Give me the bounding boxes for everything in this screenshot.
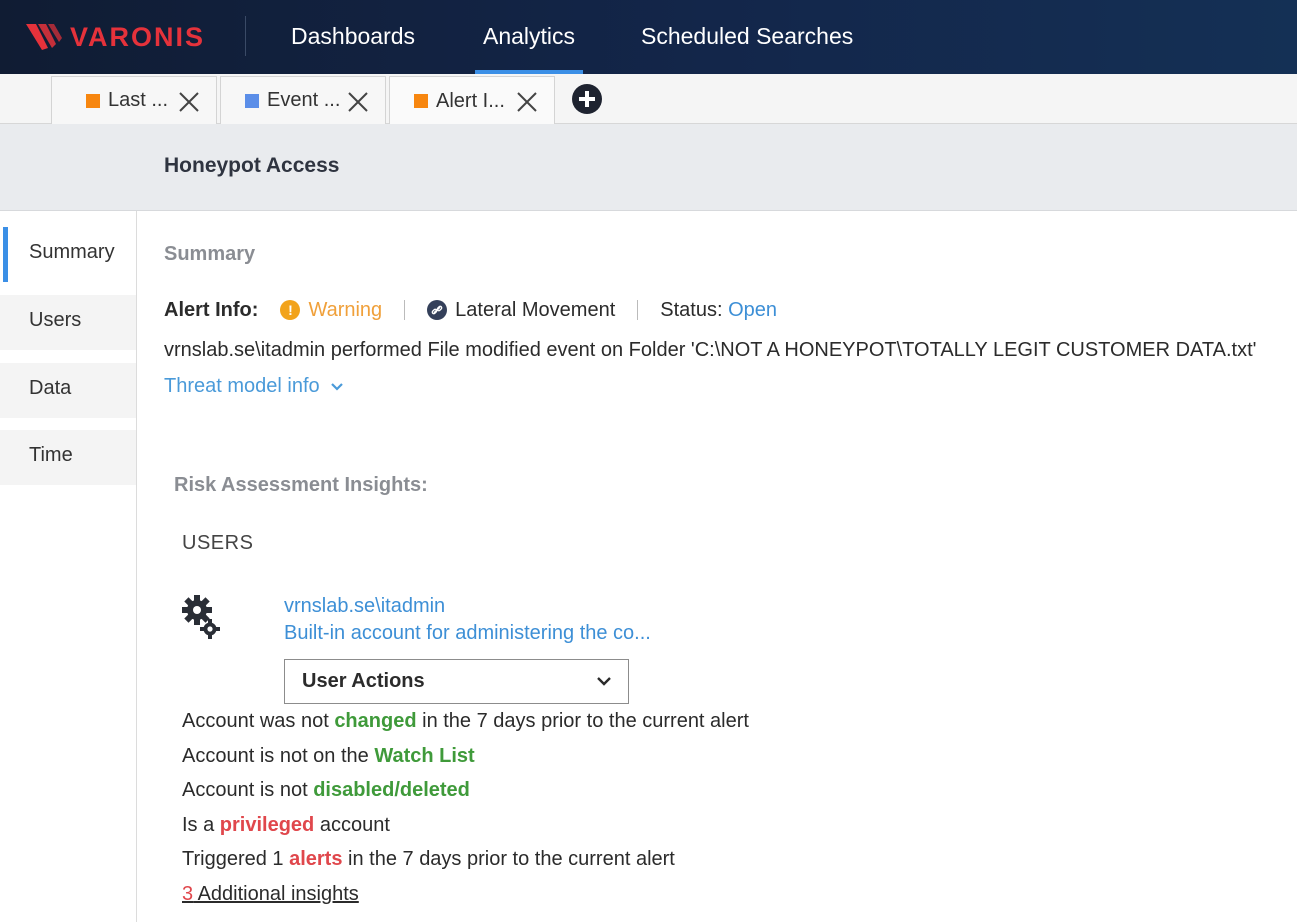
- nav-divider: [245, 16, 246, 56]
- dropdown-label: User Actions: [302, 670, 425, 692]
- chevron-down-icon: [330, 382, 343, 391]
- logo-text: VARONIS: [70, 21, 206, 52]
- varonis-mark-icon: [26, 24, 62, 50]
- tab-bar: Last ... Event ... Alert I...: [0, 74, 1297, 125]
- user-description-link[interactable]: Built-in account for administering the c…: [284, 622, 651, 645]
- close-icon[interactable]: [347, 91, 369, 113]
- tab-color-square: [414, 94, 428, 108]
- threat-model-info-toggle[interactable]: Threat model info: [164, 375, 344, 398]
- additional-label: Additional insights: [193, 883, 359, 905]
- tab-label: Alert I...: [436, 89, 505, 112]
- warning-icon: !: [280, 300, 301, 320]
- threat-model-link[interactable]: Threat model info: [164, 375, 320, 398]
- user-name-link[interactable]: vrnslab.se\itadmin: [284, 595, 445, 618]
- tab-alert-info[interactable]: Alert I...: [389, 76, 555, 125]
- alert-description: vrnslab.se\itadmin performed File modifi…: [164, 339, 1257, 361]
- category-value: Lateral Movement: [455, 298, 616, 321]
- separator: [637, 300, 639, 320]
- link-icon: [427, 300, 448, 320]
- separator: [404, 300, 406, 320]
- top-navigation-bar: VARONIS Dashboards Analytics Scheduled S…: [0, 0, 1297, 74]
- summary-panel: Summary Alert Info: ! Warning Lateral Mo…: [137, 211, 1297, 922]
- additional-insights-link[interactable]: 3 Additional insights: [182, 883, 359, 906]
- section-sidebar: Summary Users Data Time: [0, 211, 137, 922]
- status-value: Open: [728, 298, 778, 321]
- tab-color-square: [86, 93, 100, 108]
- section-title: Summary: [164, 243, 256, 265]
- page-title: Honeypot Access: [164, 154, 340, 177]
- tab-color-square: [245, 93, 259, 108]
- sidebar-item-label: Summary: [29, 241, 115, 263]
- sidebar-item-label: Data: [29, 377, 72, 399]
- chevron-down-icon: [597, 677, 611, 686]
- alert-info-row: Alert Info: ! Warning Lateral Movement S…: [164, 297, 777, 323]
- alert-title-band: Honeypot Access: [0, 124, 1297, 211]
- insight-item: Triggered 1 alerts in the 7 days prior t…: [182, 848, 675, 870]
- users-heading: USERS: [182, 532, 254, 554]
- varonis-logo[interactable]: VARONIS: [24, 20, 205, 54]
- sidebar-item-summary[interactable]: Summary: [0, 227, 136, 282]
- sidebar-item-label: Users: [29, 309, 82, 331]
- insight-item: Account is not disabled/deleted: [182, 779, 470, 801]
- nav-dashboards[interactable]: Dashboards: [291, 0, 415, 74]
- gear-icon: [181, 594, 221, 645]
- status-label: Status:: [660, 298, 723, 321]
- add-tab-plus-icon[interactable]: [572, 84, 602, 114]
- tab-label: Event ...: [267, 89, 341, 111]
- insight-item: Account was not changed in the 7 days pr…: [182, 710, 749, 732]
- nav-scheduled-searches[interactable]: Scheduled Searches: [641, 0, 853, 74]
- close-icon[interactable]: [516, 91, 538, 113]
- tab-label: Last ...: [108, 89, 169, 111]
- sidebar-item-data[interactable]: Data: [0, 363, 136, 418]
- insight-item: Account is not on the Watch List: [182, 745, 475, 767]
- alert-info-label: Alert Info:: [164, 298, 259, 321]
- tab-event[interactable]: Event ...: [220, 76, 386, 124]
- close-icon[interactable]: [178, 91, 200, 113]
- risk-insights-title: Risk Assessment Insights:: [174, 474, 428, 496]
- severity-value: Warning: [308, 298, 383, 321]
- sidebar-item-time[interactable]: Time: [0, 430, 136, 485]
- sidebar-item-users[interactable]: Users: [0, 295, 136, 350]
- user-actions-dropdown[interactable]: User Actions: [284, 659, 629, 704]
- sidebar-item-label: Time: [29, 444, 73, 466]
- tab-last[interactable]: Last ...: [51, 76, 217, 124]
- nav-analytics[interactable]: Analytics: [474, 0, 584, 74]
- additional-count: 3: [182, 883, 194, 905]
- insight-item: Is a privileged account: [182, 814, 390, 836]
